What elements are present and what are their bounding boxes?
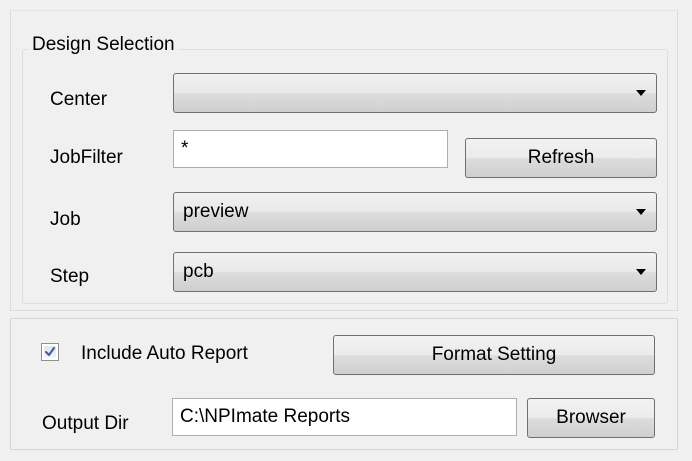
step-dropdown[interactable]: pcb [173, 252, 657, 292]
chevron-down-icon [636, 90, 646, 96]
refresh-button[interactable]: Refresh [465, 138, 657, 178]
job-value: preview [183, 201, 249, 222]
job-label: Job [50, 209, 81, 230]
design-selection-title: Design Selection [28, 33, 179, 57]
output-dir-value: C:\NPImate Reports [180, 406, 350, 427]
include-auto-report-label[interactable]: Include Auto Report [81, 342, 248, 366]
step-label: Step [50, 266, 90, 287]
include-auto-report-checkbox[interactable] [41, 343, 59, 361]
job-dropdown[interactable]: preview [173, 192, 657, 232]
chevron-down-icon [636, 269, 646, 275]
chevron-down-icon [636, 209, 646, 215]
browser-button[interactable]: Browser [527, 398, 655, 438]
center-label: Center [50, 89, 108, 110]
step-value: pcb [183, 261, 214, 282]
format-setting-button[interactable]: Format Setting [333, 335, 655, 375]
jobfilter-label: JobFilter [50, 147, 123, 168]
jobfilter-input[interactable]: * [173, 130, 448, 168]
output-dir-label: Output Dir [42, 413, 129, 434]
output-dir-input[interactable]: C:\NPImate Reports [172, 398, 517, 436]
jobfilter-value: * [181, 138, 189, 159]
checkmark-icon [44, 346, 56, 357]
center-dropdown[interactable] [173, 73, 657, 113]
